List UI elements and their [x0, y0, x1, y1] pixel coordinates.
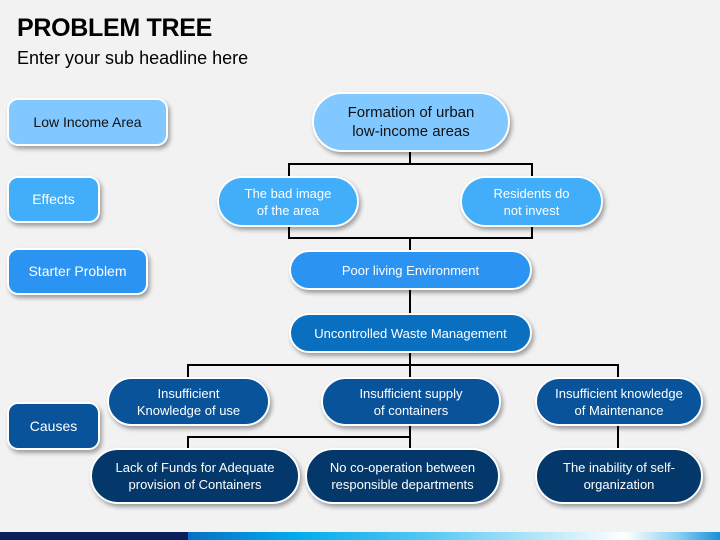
root-node: Formation of urban low-income areas — [312, 92, 510, 152]
legend-causes: Causes — [7, 402, 100, 450]
footer-bar-dark-segment — [0, 532, 188, 540]
effect-node-residents: Residents do not invest — [460, 176, 603, 227]
starter-problem-node: Poor living Environment — [289, 250, 532, 290]
cause-node-supply-containers: Insufficient supply of containers — [321, 377, 501, 426]
connector-line — [288, 163, 533, 165]
cause-node-knowledge-of-use: Insufficient Knowledge of use — [107, 377, 270, 426]
legend-effects: Effects — [7, 176, 100, 223]
connector-line — [187, 364, 189, 378]
connector-line — [531, 163, 533, 177]
connector-line — [617, 425, 619, 449]
legend-starter-problem: Starter Problem — [7, 248, 148, 295]
connector-line — [409, 290, 411, 314]
legend-low-income-area: Low Income Area — [7, 98, 168, 146]
connector-line — [187, 364, 619, 366]
page-subtitle: Enter your sub headline here — [17, 48, 249, 68]
connector-line — [617, 364, 619, 378]
root-cause-node-no-cooperation: No co-operation between responsible depa… — [305, 448, 500, 504]
effect-node-bad-image: The bad image of the area — [217, 176, 359, 227]
root-cause-node-self-organization: The inability of self- organization — [535, 448, 703, 504]
connector-line — [288, 163, 290, 177]
footer-bar-gradient-segment — [188, 532, 720, 540]
connector-line — [409, 237, 411, 251]
footer-bar — [0, 532, 720, 540]
core-problem-node: Uncontrolled Waste Management — [289, 313, 532, 353]
root-cause-node-lack-of-funds: Lack of Funds for Adequate provision of … — [90, 448, 300, 504]
page-title: PROBLEM TREE — [17, 14, 213, 42]
connector-line — [187, 436, 411, 438]
cause-node-maintenance: Insufficient knowledge of Maintenance — [535, 377, 703, 426]
